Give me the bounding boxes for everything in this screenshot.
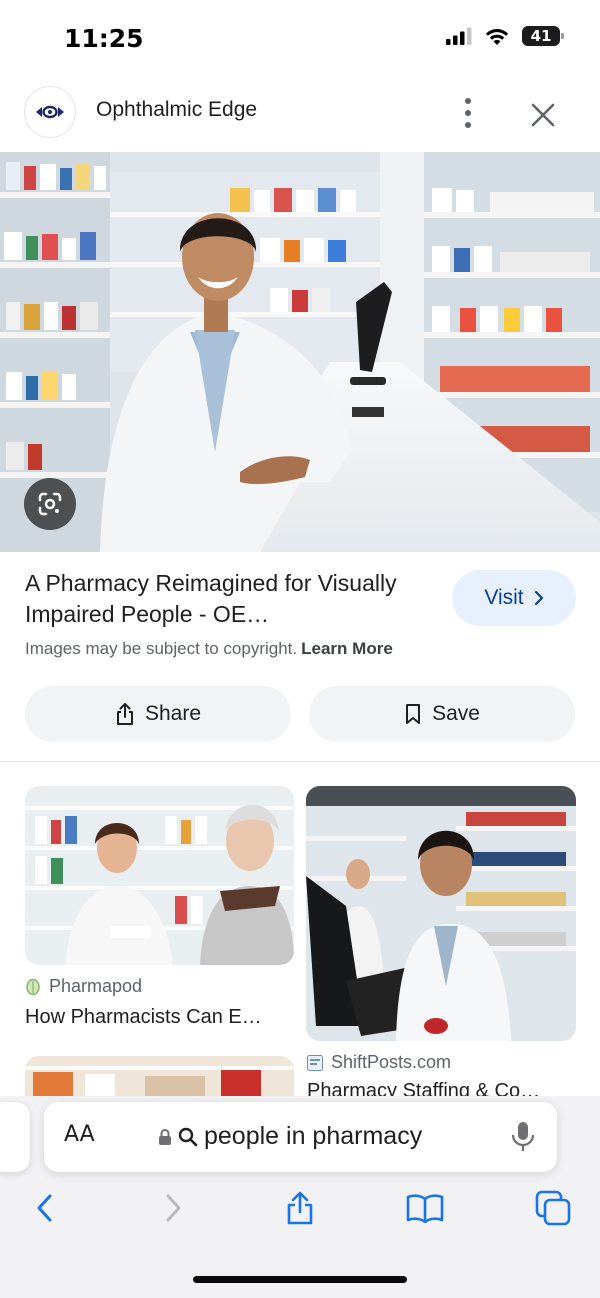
back-button[interactable] <box>24 1188 64 1228</box>
url-display[interactable]: people in pharmacy <box>158 1122 422 1151</box>
tabs-button[interactable] <box>533 1188 573 1228</box>
related-title-text: Pharmacy Staffing & Co… <box>307 1080 541 1096</box>
copyright-notice: Images may be subject to copyright. Learn… <box>25 639 393 659</box>
address-bar[interactable]: AA people in pharmacy <box>44 1102 557 1172</box>
forward-button[interactable] <box>154 1188 194 1228</box>
share-icon <box>116 703 133 725</box>
microphone-icon[interactable] <box>510 1120 536 1154</box>
related-image[interactable] <box>25 786 294 965</box>
search-icon <box>178 1127 198 1146</box>
result-title[interactable]: A Pharmacy Reimagined for Visually Impai… <box>25 568 435 630</box>
chevron-right-icon <box>534 590 543 606</box>
status-time: 11:25 <box>64 24 144 53</box>
related-title[interactable]: How Pharmacists Can E… <box>25 1006 262 1029</box>
status-bar: 11:25 41 <box>0 0 600 78</box>
site-name[interactable]: Ophthalmic Edge <box>96 98 257 122</box>
copyright-text: Images may be subject to copyright. <box>25 639 298 658</box>
eye-logo-icon[interactable] <box>24 86 76 138</box>
pharmacist-photo <box>0 152 600 552</box>
related-source: Pharmapod <box>25 976 142 997</box>
learn-more-link[interactable]: Learn More <box>301 639 393 658</box>
related-source: ShiftPosts.com <box>307 1052 451 1073</box>
pharmapod-logo-icon <box>26 978 40 995</box>
share-button[interactable]: Share <box>25 686 291 742</box>
wifi-icon <box>485 28 509 45</box>
home-indicator <box>193 1276 407 1283</box>
browser-toolbar <box>0 1188 600 1238</box>
previous-tab[interactable] <box>0 1102 30 1172</box>
close-icon[interactable] <box>526 98 560 132</box>
cellular-signal-icon <box>446 27 472 45</box>
tabs-icon <box>535 1190 571 1226</box>
browser-bottom-bar: AA people in pharmacy <box>0 1096 600 1298</box>
chevron-right-icon <box>166 1194 181 1222</box>
share-sheet-button[interactable] <box>280 1188 320 1228</box>
chevron-left-icon <box>37 1194 52 1222</box>
status-icons: 41 <box>446 26 564 46</box>
result-image[interactable] <box>0 152 600 552</box>
related-title[interactable]: Pharmacy Staffing & Co… <box>307 1080 577 1096</box>
related-image[interactable] <box>306 786 576 1041</box>
shiftposts-logo-icon <box>307 1054 323 1071</box>
share-icon <box>287 1191 313 1225</box>
book-icon <box>406 1194 444 1223</box>
site-header: Ophthalmic Edge <box>0 78 600 150</box>
text-size-button[interactable]: AA <box>64 1122 95 1147</box>
google-lens-icon[interactable] <box>24 478 76 530</box>
visit-label: Visit <box>484 586 524 609</box>
save-button[interactable]: Save <box>309 686 575 742</box>
related-source-label: Pharmapod <box>49 976 143 996</box>
search-query: people in pharmacy <box>204 1122 423 1150</box>
divider <box>0 761 600 762</box>
more-options-icon[interactable] <box>456 96 480 130</box>
visit-button[interactable]: Visit <box>452 570 576 626</box>
bookmarks-button[interactable] <box>405 1188 445 1228</box>
related-source-label: ShiftPosts.com <box>331 1052 452 1072</box>
battery-indicator: 41 <box>522 26 564 46</box>
related-image[interactable] <box>25 1056 294 1096</box>
share-label: Share <box>144 702 202 725</box>
lock-icon <box>159 1128 171 1145</box>
bookmark-icon <box>406 704 421 724</box>
save-label: Save <box>432 702 480 725</box>
